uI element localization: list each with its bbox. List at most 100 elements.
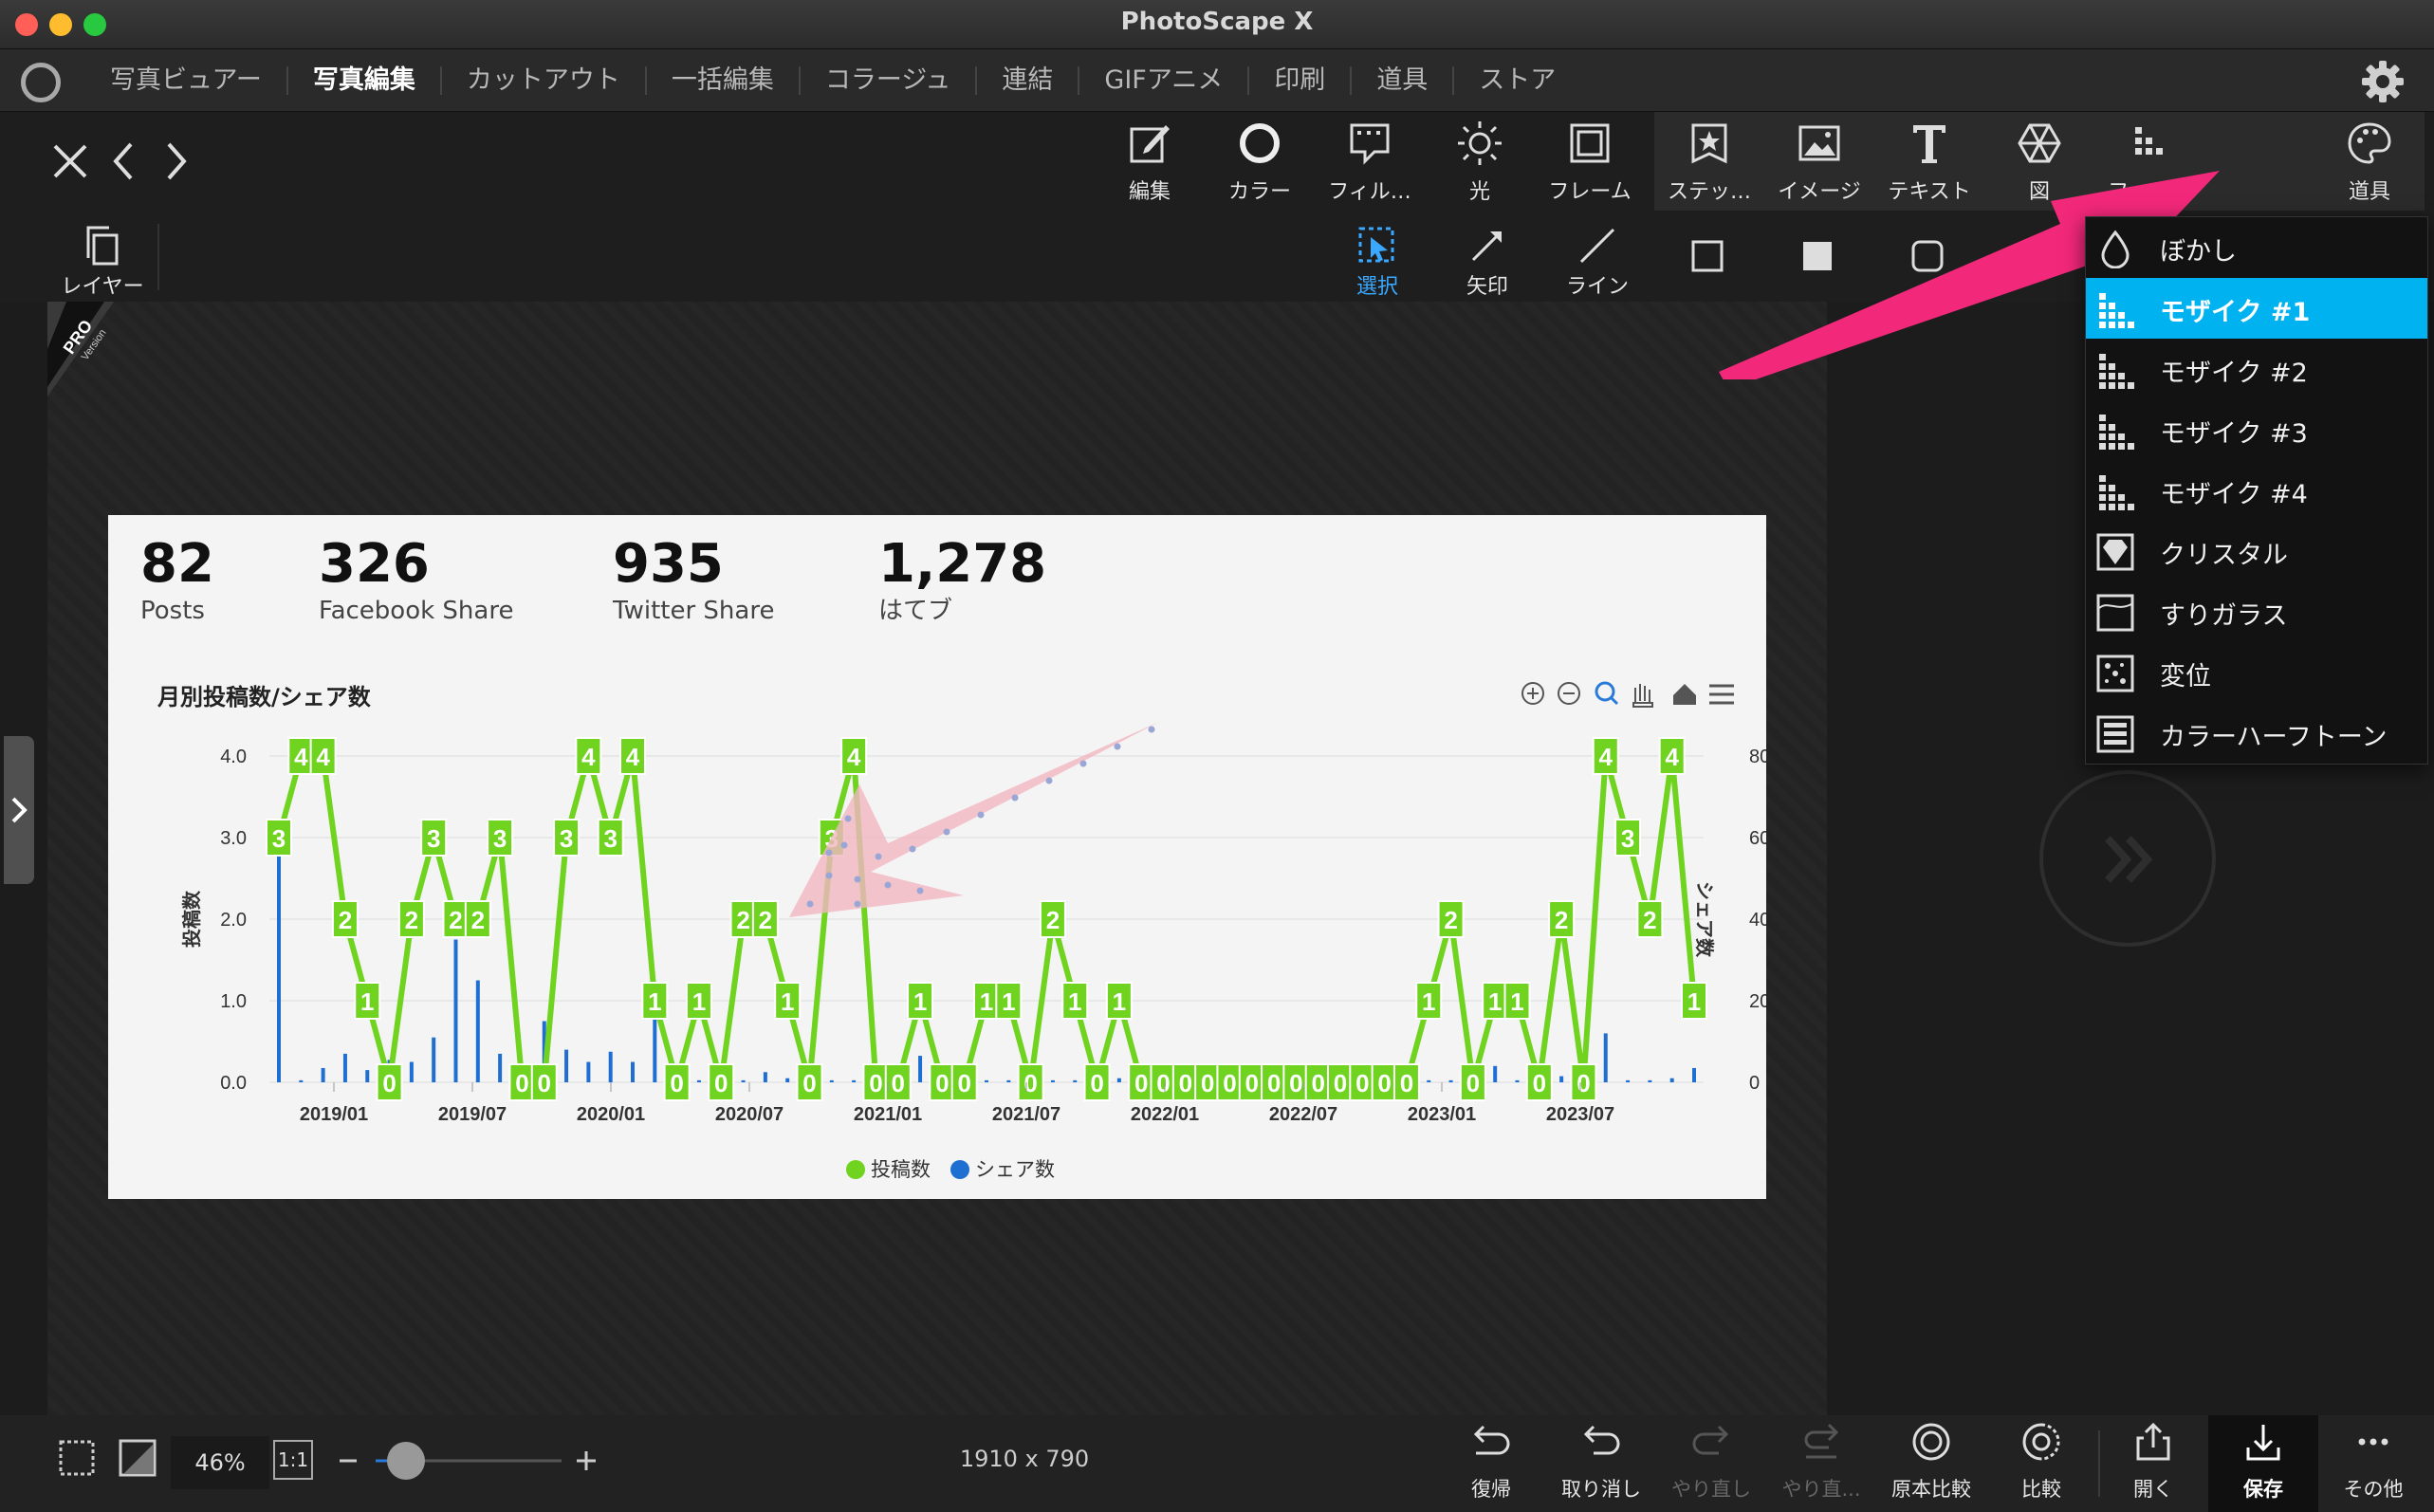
line-tool-button[interactable]: ライン — [1550, 216, 1645, 302]
x-tick-label: 2020/01 — [577, 1104, 645, 1125]
data-label: 0 — [1334, 1069, 1347, 1097]
data-label: 1 — [1687, 987, 1701, 1016]
open-button[interactable]: 開く — [2098, 1415, 2208, 1512]
data-label: 1 — [648, 987, 661, 1016]
data-label: 2 — [471, 906, 485, 934]
pan-hand-icon[interactable] — [1632, 684, 1653, 708]
tool-tools[interactable]: 道具 — [2316, 112, 2423, 211]
compare-button[interactable]: 比較 — [1986, 1415, 2096, 1512]
share-bar — [1050, 1079, 1055, 1082]
redo-button[interactable]: やり直し — [1656, 1415, 1766, 1512]
data-label: 0 — [515, 1069, 528, 1097]
menu-item-4[interactable]: コラージュ — [798, 66, 976, 95]
share-open-icon — [2136, 1422, 2170, 1461]
select-tool-button[interactable]: 選択 — [1330, 216, 1425, 302]
tool-edit[interactable]: 編集 — [1097, 112, 1203, 211]
tool-film[interactable]: フィル… — [1317, 112, 1423, 211]
data-label: 0 — [538, 1069, 551, 1097]
legend-swatch[interactable] — [950, 1160, 969, 1179]
data-label: 1 — [980, 987, 993, 1016]
dd-item-crystal[interactable]: クリスタル — [2086, 521, 2427, 581]
frame-icon — [1570, 123, 1610, 163]
dd-item-mosaic-2[interactable]: モザイク #2 — [2086, 339, 2427, 399]
menu-item-5[interactable]: 連結 — [975, 66, 1078, 95]
tool-color[interactable]: カラー — [1207, 112, 1313, 211]
data-label: 0 — [1201, 1069, 1214, 1097]
compare-original-button[interactable]: 原本比較 — [1876, 1415, 1986, 1512]
data-label: 1 — [1422, 987, 1435, 1016]
menu-item-7[interactable]: 印刷 — [1247, 66, 1350, 95]
gear-icon[interactable] — [2360, 59, 2406, 104]
save-button[interactable]: 保存 — [2208, 1415, 2318, 1512]
actual-size-button[interactable]: 1:1 — [273, 1440, 313, 1480]
data-label: 1 — [1002, 987, 1015, 1016]
dd-item-frosted-glass[interactable]: すりガラス — [2086, 581, 2427, 642]
data-label: 2 — [1046, 906, 1060, 934]
dd-item-mosaic-4[interactable]: モザイク #4 — [2086, 460, 2427, 521]
background-toggle-icon[interactable] — [116, 1436, 159, 1480]
next-image-icon[interactable] — [152, 131, 201, 192]
redo-all-button[interactable]: やり直... — [1766, 1415, 1876, 1512]
photoscape-logo-icon[interactable] — [21, 63, 61, 102]
data-label: 0 — [1223, 1069, 1236, 1097]
menu-item-8[interactable]: 道具 — [1350, 66, 1452, 95]
mosaic-icon — [2099, 293, 2134, 328]
share-bar — [696, 1079, 701, 1082]
menu-item-6[interactable]: GIFアニメ — [1078, 66, 1247, 95]
legend-label[interactable]: 投稿数 — [871, 1159, 931, 1181]
data-label: 0 — [892, 1069, 905, 1097]
menu-item-2[interactable]: カットアウト — [439, 66, 645, 95]
tool-frame[interactable]: フレーム — [1537, 112, 1643, 211]
data-label: 1 — [1488, 987, 1502, 1016]
share-bar — [852, 1079, 857, 1082]
share-bar — [299, 1079, 304, 1082]
close-icon[interactable] — [46, 131, 95, 192]
share-bar — [564, 1049, 569, 1082]
window-title: PhotoScape X — [1120, 8, 1314, 36]
share-bar — [918, 1056, 923, 1082]
data-label: 2 — [405, 906, 418, 934]
left-panel-toggle[interactable] — [4, 736, 34, 884]
subbar-divider — [157, 224, 159, 290]
tool-light[interactable]: 光 — [1427, 112, 1533, 211]
crop-select-icon[interactable] — [55, 1436, 99, 1480]
legend-swatch[interactable] — [846, 1160, 865, 1179]
dd-item-mosaic-1[interactable]: モザイク #1 — [2086, 278, 2427, 339]
y2-tick-label: 0 — [1749, 1073, 1760, 1094]
menu-item-9[interactable]: ストア — [1452, 66, 1580, 95]
magnify-icon[interactable] — [1595, 681, 1619, 706]
menu-icon[interactable] — [1709, 684, 1734, 705]
share-bar — [321, 1067, 325, 1082]
zoom-in-icon[interactable] — [1521, 682, 1544, 705]
dd-item-color-halftone[interactable]: カラーハーフトーン — [2086, 703, 2427, 764]
dd-item-blur[interactable]: ぼかし — [2086, 217, 2427, 278]
more-button[interactable]: その他 — [2318, 1415, 2428, 1512]
edited-photo[interactable]: 82 Posts 326 Facebook Share 935 Twitter … — [108, 515, 1766, 1199]
undo-button[interactable]: 取り消し — [1546, 1415, 1656, 1512]
revert-button[interactable]: 復帰 — [1436, 1415, 1546, 1512]
zoom-slider[interactable] — [334, 1436, 599, 1485]
legend-label[interactable]: シェア数 — [975, 1159, 1055, 1181]
menu-item-3[interactable]: 一括編集 — [644, 66, 799, 95]
zoom-out-icon[interactable] — [1558, 682, 1580, 705]
share-bar — [432, 1037, 436, 1082]
dd-item-mosaic-3[interactable]: モザイク #3 — [2086, 399, 2427, 460]
y-tick-label: 2.0 — [220, 910, 247, 931]
zoom-in-plus-icon — [577, 1451, 596, 1470]
menu-item-0[interactable]: 写真ビュアー — [85, 66, 286, 95]
zoom-percentage[interactable]: 46% — [171, 1436, 269, 1489]
data-label: 3 — [272, 824, 286, 853]
home-icon[interactable] — [1673, 684, 1696, 705]
filter-dropdown-menu: ぼかし モザイク #1 モザイク #2 モザイク #3 モザイク #4 クリスタ… — [2085, 216, 2428, 765]
menu-item-1[interactable]: 写真編集 — [286, 66, 440, 95]
edit-icon — [1130, 125, 1170, 163]
share-bar — [1692, 1067, 1696, 1082]
layer-button[interactable]: レイヤー — [55, 216, 150, 302]
x-tick-label: 2019/01 — [300, 1104, 368, 1125]
arrow-tool-button[interactable]: 矢印 — [1440, 216, 1535, 302]
share-bar — [365, 1070, 370, 1082]
share-bar — [1427, 1079, 1431, 1082]
dd-item-displacement[interactable]: 変位 — [2086, 642, 2427, 703]
prev-image-icon[interactable] — [99, 131, 148, 192]
data-label: 1 — [360, 987, 374, 1016]
